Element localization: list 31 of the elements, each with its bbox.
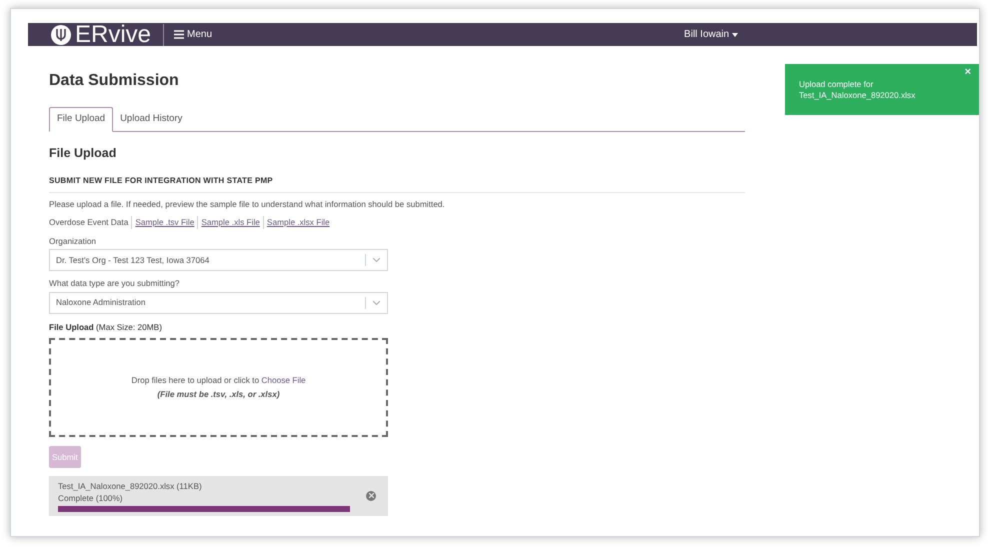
sample-file-link[interactable]: Sample .tsv File [132,216,198,229]
menu-button[interactable]: Menu [174,27,212,42]
file-type-note: (File must be .tsv, .xls, or .xlsx) [157,388,280,401]
section-title: File Upload [49,145,118,162]
dropzone-text: Drop files here to upload or click to Choose File [131,374,306,386]
chevron-down-icon [373,300,380,304]
file-name: Test_IA_Naloxone_892020.xlsx (11KB) [58,480,203,492]
brand-logo[interactable]: ERvive [75,22,152,46]
tab[interactable]: File Upload [49,107,114,132]
intro-text: Please upload a file. If needed, preview the sample file to understand what information should be submitted. [49,198,446,210]
toast-message: Upload complete for Test_IA_Naloxone_892020.xlsx [799,79,916,101]
file-dropzone[interactable]: Drop files here to upload or click to Choose File (File must be .tsv, .xls, or .xlsx) [49,338,388,437]
user-menu[interactable]: Bill Iowain [684,27,738,42]
sample-file-link[interactable]: Sample .xlsx File [264,216,333,229]
page-title: Data Submission [49,71,180,91]
field-label: Organization [49,234,98,248]
tab[interactable]: Upload History [113,107,190,131]
sample-label: Overdose Event Data [49,216,132,229]
upload-label: File Upload (Max Size: 20MB) [49,320,163,333]
remove-button[interactable] [366,490,376,501]
choose-file-link[interactable]: Choose File [261,375,306,385]
upload-status: Complete (100%) [58,492,124,504]
chevron-down-icon [373,258,380,262]
close-icon [368,493,374,498]
menu-icon [174,30,184,39]
select-field[interactable]: Dr. Test's Org - Test 123 Test, Iowa 37064 [49,249,388,272]
field-label: What data type are you submitting? [49,277,181,290]
caret-icon [732,32,738,36]
section-subheading: SUBMIT NEW FILE FOR INTEGRATION WITH STATE PMP [49,174,745,193]
sample-file-link[interactable]: Sample .xls File [198,216,264,229]
select-field[interactable]: Naloxone Administration [49,292,388,314]
